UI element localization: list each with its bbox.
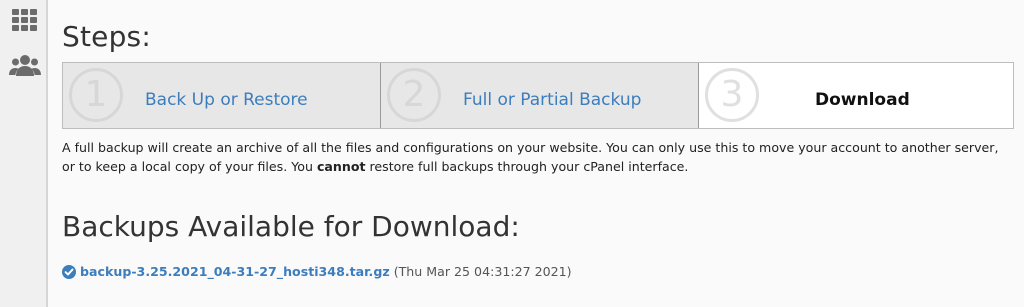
backup-download-link[interactable]: backup-3.25.2021_04-31-27_hosti348.tar.g… — [80, 264, 390, 279]
full-backup-description: A full backup will create an archive of … — [62, 138, 1014, 176]
step-3-current: 3 Download — [699, 63, 1013, 128]
grid-icon[interactable] — [9, 6, 41, 34]
check-circle-icon — [62, 264, 76, 279]
step-1-number: 1 — [69, 68, 123, 122]
step-1: 1 Back Up or Restore — [63, 63, 381, 128]
sidebar — [0, 0, 48, 307]
step-2-link[interactable]: Full or Partial Backup — [463, 90, 641, 110]
backup-list-item: backup-3.25.2021_04-31-27_hosti348.tar.g… — [62, 262, 572, 280]
steps-heading: Steps: — [62, 20, 151, 53]
backup-date: (Thu Mar 25 04:31:27 2021) — [393, 263, 572, 279]
users-icon[interactable] — [9, 52, 41, 80]
description-text-2: restore full backups through your cPanel… — [365, 159, 689, 174]
step-3-label: Download — [815, 90, 910, 110]
step-2: 2 Full or Partial Backup — [381, 63, 699, 128]
step-2-number: 2 — [387, 68, 441, 122]
backups-heading: Backups Available for Download: — [62, 210, 520, 243]
step-1-link[interactable]: Back Up or Restore — [145, 90, 308, 110]
description-emphasis: cannot — [316, 159, 366, 174]
step-3-number: 3 — [705, 68, 759, 122]
steps-progress: 1 Back Up or Restore 2 Full or Partial B… — [62, 62, 1014, 129]
